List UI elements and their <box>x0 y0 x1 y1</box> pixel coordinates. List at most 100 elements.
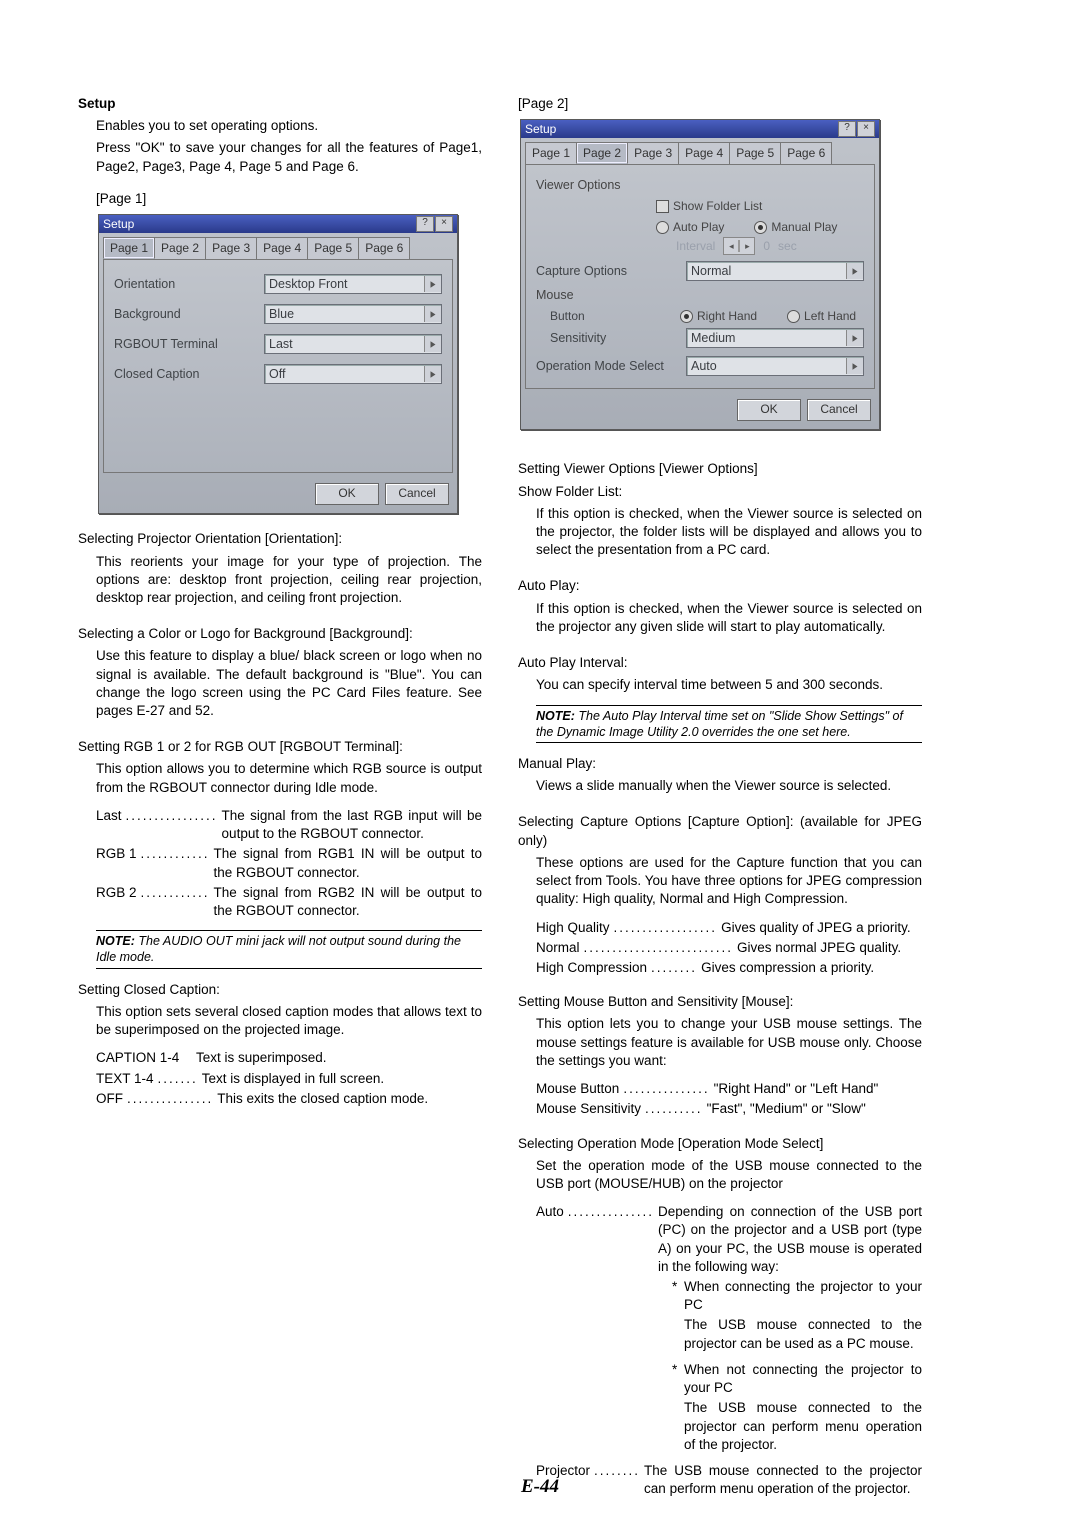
page1-label: [Page 1] <box>96 190 482 208</box>
cc-text-row: TEXT 1-4 ....... Text is displayed in fu… <box>96 1070 482 1088</box>
auto-play-interval-body: You can specify interval time between 5 … <box>536 676 922 694</box>
tab-page3[interactable]: Page 3 <box>627 142 679 164</box>
setup-dialog-page1: Setup ? × Page 1 Page 2 Page 3 Page 4 Pa… <box>98 214 458 514</box>
background-dropdown[interactable]: Blue <box>264 304 442 324</box>
tab-page5[interactable]: Page 5 <box>307 237 359 259</box>
background-value: Blue <box>265 306 424 323</box>
show-folder-label: Show Folder List <box>673 198 762 214</box>
opmode-b2-title: When not connecting the projector to you… <box>684 1361 922 1397</box>
setup-dialog-page2: Setup ? × Page 1 Page 2 Page 3 Page 4 Pa… <box>520 119 880 430</box>
mouse-button-term: Mouse Button <box>536 1080 619 1098</box>
chevron-right-icon[interactable] <box>424 336 441 352</box>
cap-hq-desc: Gives quality of JPEG a priority. <box>721 919 922 937</box>
tab-page3[interactable]: Page 3 <box>205 237 257 259</box>
sensitivity-dropdown[interactable]: Medium <box>686 328 864 348</box>
cc-off-desc: This exits the closed caption mode. <box>217 1090 482 1108</box>
interval-spinner[interactable]: ◂▸ <box>723 237 755 255</box>
cap-hc-row: High Compression ........ Gives compress… <box>536 959 922 977</box>
mouse-settings-title: Setting Mouse Button and Sensitivity [Mo… <box>518 993 922 1011</box>
note-interval: NOTE: The Auto Play Interval time set on… <box>536 705 922 744</box>
mouse-settings-body: This option lets you to change your USB … <box>536 1015 922 1070</box>
tab-page2[interactable]: Page 2 <box>576 142 628 164</box>
dialog1-title: Setup <box>103 215 134 233</box>
ok-button[interactable]: OK <box>737 399 801 421</box>
dialog2-titlebar: Setup ? × <box>521 120 879 138</box>
sensitivity-value: Medium <box>687 330 846 347</box>
dots: ................ <box>122 807 222 843</box>
orientation-dropdown[interactable]: Desktop Front <box>264 274 442 294</box>
viewer-options-title: Viewer Options <box>536 177 864 194</box>
opmode-b1-title: When connecting the projector to your PC <box>684 1278 922 1314</box>
page-number: E-44 <box>0 1476 1080 1498</box>
show-folder-checkbox[interactable]: Show Folder List <box>656 198 762 214</box>
chevron-right-icon[interactable] <box>424 366 441 382</box>
opmode-bullet2: * When not connecting the projector to y… <box>672 1361 922 1397</box>
cap-normal-desc: Gives normal JPEG quality. <box>737 939 922 957</box>
rgb-last-term: Last <box>96 807 122 843</box>
closed-caption-dropdown[interactable]: Off <box>264 364 442 384</box>
tab-page4[interactable]: Page 4 <box>256 237 308 259</box>
rgbout-dropdown[interactable]: Last <box>264 334 442 354</box>
capture-title: Selecting Capture Options [Capture Optio… <box>518 813 922 849</box>
left-hand-radio[interactable]: Left Hand <box>787 308 856 324</box>
mouse-title: Mouse <box>536 287 864 304</box>
show-folder-title: Show Folder List: <box>518 483 922 501</box>
chevron-right-icon[interactable] <box>846 263 863 279</box>
tab-page6[interactable]: Page 6 <box>358 237 410 259</box>
cc-off-row: OFF ............... This exits the close… <box>96 1090 482 1108</box>
dialog2-title: Setup <box>525 120 556 138</box>
opmode-dropdown[interactable]: Auto <box>686 356 864 376</box>
mouse-sens-row: Mouse Sensitivity .......... "Fast", "Me… <box>536 1100 922 1118</box>
auto-play-body: If this option is checked, when the View… <box>536 600 922 636</box>
note-audio: NOTE: The AUDIO OUT mini jack will not o… <box>96 930 482 969</box>
cap-hq-row: High Quality .................. Gives qu… <box>536 919 922 937</box>
close-icon[interactable]: × <box>857 121 875 137</box>
mouse-button-row: Mouse Button ............... "Right Hand… <box>536 1080 922 1098</box>
right-hand-radio[interactable]: Right Hand <box>680 308 757 324</box>
show-folder-body: If this option is checked, when the View… <box>536 505 922 560</box>
cancel-button[interactable]: Cancel <box>807 399 871 421</box>
orientation-label: Orientation <box>114 276 264 293</box>
viewer-options-heading: Setting Viewer Options [Viewer Options] <box>518 460 922 478</box>
background-label: Background <box>114 306 264 323</box>
dots: .................. <box>610 919 722 937</box>
tab-page5[interactable]: Page 5 <box>729 142 781 164</box>
rgb-last-desc: The signal from the last RGB input will … <box>222 807 482 843</box>
mouse-sens-term: Mouse Sensitivity <box>536 1100 641 1118</box>
rgb1-row: RGB 1 ............ The signal from RGB1 … <box>96 845 482 881</box>
opmode-auto-row: Auto ............... Depending on connec… <box>536 1203 922 1276</box>
right-hand-label: Right Hand <box>697 308 757 324</box>
background-body: Use this feature to display a blue/ blac… <box>96 647 482 720</box>
capture-body: These options are used for the Capture f… <box>536 854 922 909</box>
chevron-right-icon[interactable] <box>424 276 441 292</box>
cancel-button[interactable]: Cancel <box>385 483 449 505</box>
tab-page1[interactable]: Page 1 <box>525 142 577 164</box>
auto-play-radio[interactable]: Auto Play <box>656 219 724 235</box>
interval-value: 0 <box>763 238 770 254</box>
tab-page2[interactable]: Page 2 <box>154 237 206 259</box>
opmode-auto-term: Auto <box>536 1203 564 1276</box>
manual-play-radio[interactable]: Manual Play <box>754 219 837 235</box>
cc-title: Setting Closed Caption: <box>78 981 482 999</box>
chevron-right-icon[interactable] <box>424 306 441 322</box>
help-icon[interactable]: ? <box>416 216 434 232</box>
tab-page1[interactable]: Page 1 <box>103 237 155 259</box>
close-icon[interactable]: × <box>435 216 453 232</box>
dots: ........ <box>647 959 701 977</box>
tab-page6[interactable]: Page 6 <box>780 142 832 164</box>
opmode-auto-desc: Depending on connection of the USB port … <box>658 1203 922 1276</box>
chevron-right-icon[interactable] <box>846 330 863 346</box>
capture-dropdown[interactable]: Normal <box>686 261 864 281</box>
closed-caption-value: Off <box>265 366 424 383</box>
ok-button[interactable]: OK <box>315 483 379 505</box>
dialog1-titlebar: Setup ? × <box>99 215 457 233</box>
help-icon[interactable]: ? <box>838 121 856 137</box>
tab-page4[interactable]: Page 4 <box>678 142 730 164</box>
asterisk-icon: * <box>672 1278 684 1314</box>
chevron-right-icon[interactable] <box>846 358 863 374</box>
opmode-value: Auto <box>687 358 846 375</box>
manual-play-title: Manual Play: <box>518 755 922 773</box>
opmode-bullet1: * When connecting the projector to your … <box>672 1278 922 1314</box>
dots: .......... <box>641 1100 707 1118</box>
rgb1-desc: The signal from RGB1 IN will be output t… <box>214 845 482 881</box>
